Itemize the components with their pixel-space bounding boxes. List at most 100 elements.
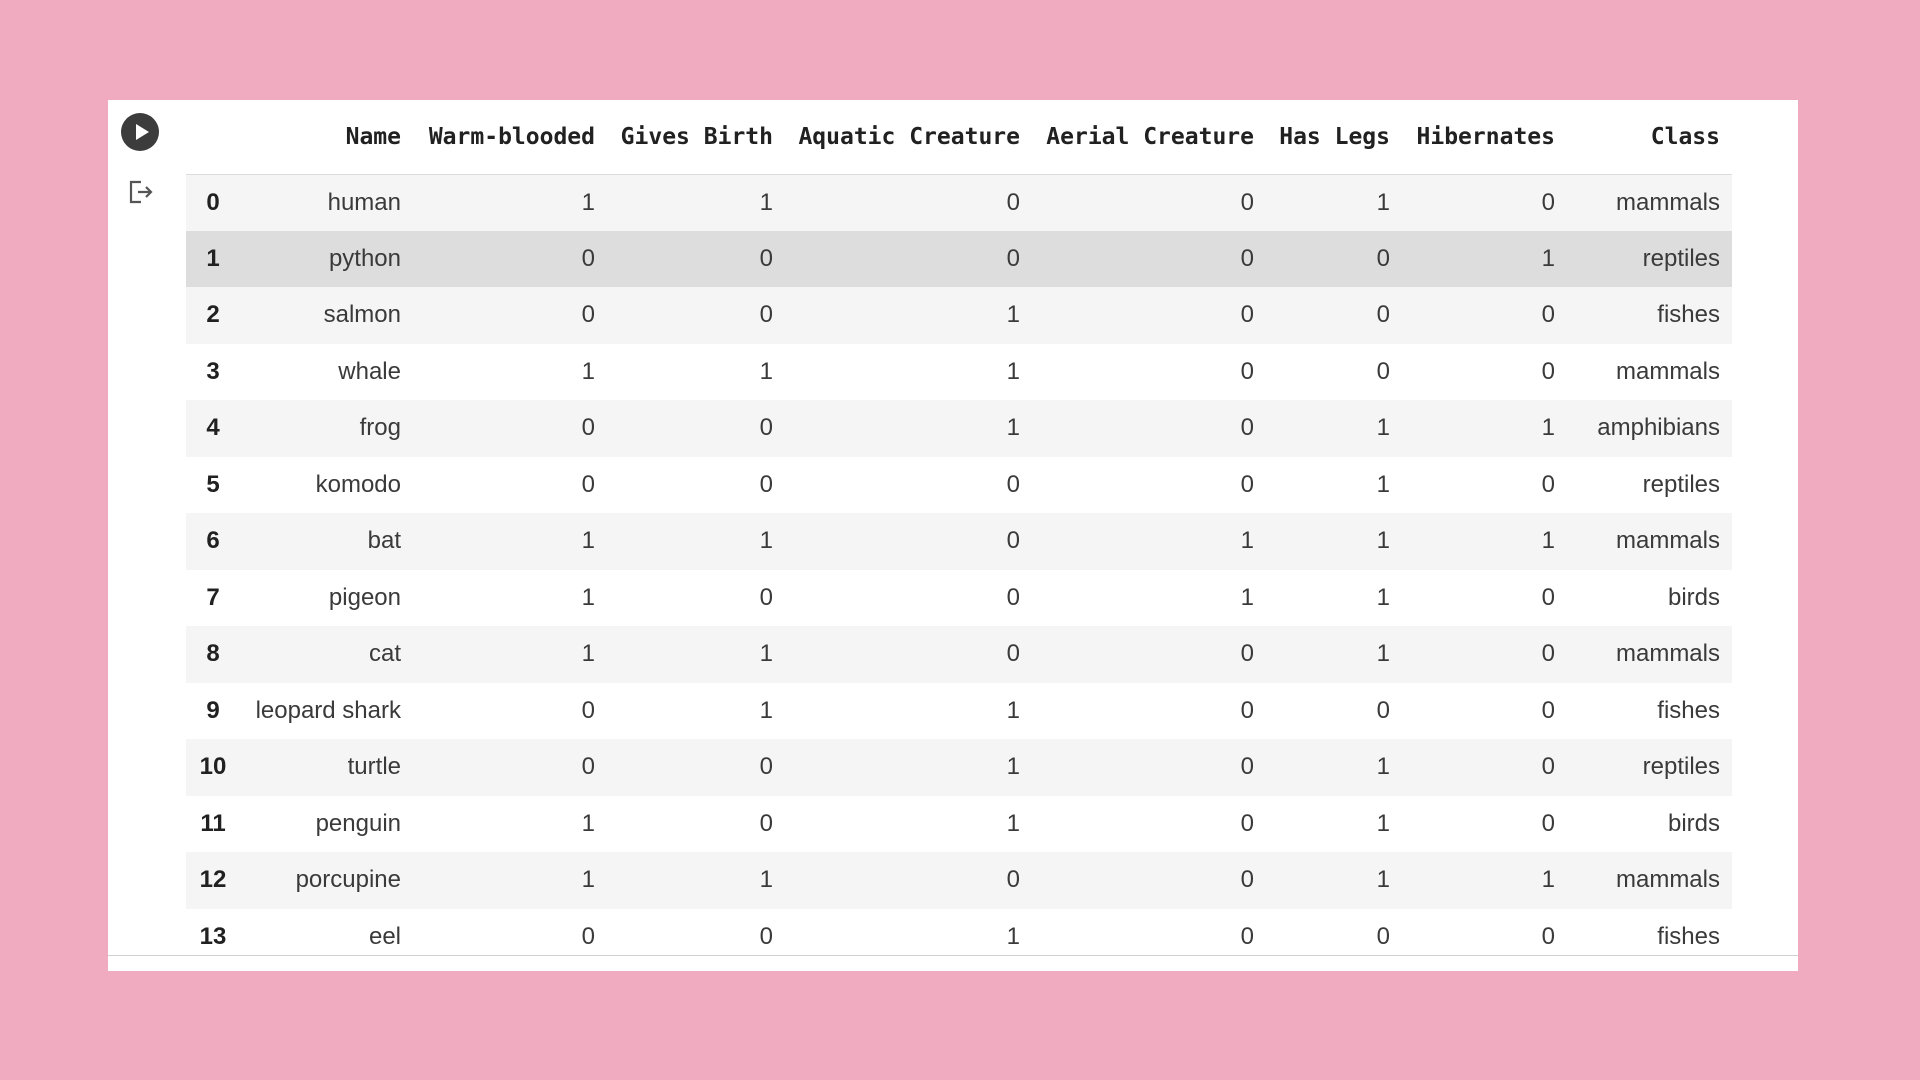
class-cell: reptiles	[1642, 470, 1720, 498]
run-cell-button[interactable]	[121, 113, 159, 151]
aerial-creature-header: Aerial Creature	[1032, 100, 1266, 175]
name-cell: pigeon	[328, 583, 401, 611]
hibernates-cell: 0	[1541, 357, 1555, 385]
aquatic-creature-cell: 0	[1006, 527, 1020, 555]
has-legs-cell: 1	[1376, 188, 1390, 216]
aerial-creature-cell: 0	[1240, 244, 1254, 272]
warm-blooded-cell: 0	[581, 244, 595, 272]
aerial-creature-cell: 0	[1240, 809, 1254, 837]
table-row: 8 cat 1 1 0 0 1 0 mammals	[186, 626, 1732, 683]
row-index: 13	[199, 922, 227, 950]
class-header: Class	[1567, 100, 1732, 175]
table-row: 2 salmon 0 0 1 0 0 0 fishes	[186, 287, 1732, 344]
has-legs-cell: 0	[1376, 301, 1390, 329]
gives-birth-cell: 0	[759, 301, 773, 329]
has-legs-cell: 0	[1376, 696, 1390, 724]
hibernates-header: Hibernates	[1402, 100, 1567, 175]
aquatic-creature-cell: 0	[1006, 866, 1020, 894]
warm-blooded-cell: 0	[581, 753, 595, 781]
aerial-creature-cell: 0	[1240, 753, 1254, 781]
dataframe-table: Name Warm-blooded Gives Birth Aquatic Creat…	[186, 100, 1732, 955]
gives-birth-cell: 0	[759, 414, 773, 442]
aerial-creature-cell: 0	[1240, 188, 1254, 216]
warm-blooded-cell: 0	[581, 922, 595, 950]
aquatic-creature-cell: 1	[1006, 414, 1020, 442]
warm-blooded-cell: 0	[581, 470, 595, 498]
table-row: 13 eel 0 0 1 0 0 0 fishes	[186, 908, 1732, 955]
class-cell: fishes	[1657, 301, 1720, 329]
row-index: 10	[199, 753, 227, 781]
class-cell: mammals	[1615, 640, 1720, 668]
table-row: 10 turtle 0 0 1 0 1 0 reptiles	[186, 739, 1732, 796]
has-legs-cell: 1	[1376, 640, 1390, 668]
warm-blooded-cell: 1	[581, 583, 595, 611]
name-cell: whale	[338, 357, 401, 385]
aquatic-creature-cell: 0	[1006, 470, 1020, 498]
name-cell: turtle	[347, 753, 401, 781]
hibernates-cell: 1	[1541, 527, 1555, 555]
output-redirect-icon[interactable]	[127, 178, 155, 206]
name-cell: bat	[367, 527, 401, 555]
aquatic-creature-cell: 0	[1006, 188, 1020, 216]
aerial-creature-cell: 1	[1240, 527, 1254, 555]
gives-birth-cell: 1	[759, 357, 773, 385]
aquatic-creature-cell: 1	[1006, 696, 1020, 724]
row-index: 9	[206, 696, 220, 724]
name-cell: komodo	[315, 470, 401, 498]
aquatic-creature-cell: 0	[1006, 640, 1020, 668]
row-index: 1	[206, 244, 220, 272]
hibernates-cell: 1	[1541, 866, 1555, 894]
aquatic-creature-cell: 1	[1006, 301, 1020, 329]
table-row: 4 frog 0 0 1 0 1 1 amphibians	[186, 400, 1732, 457]
table-row: 12 porcupine 1 1 0 0 1 1 mammals	[186, 852, 1732, 909]
index-header	[186, 100, 240, 175]
table-row: 11 penguin 1 0 1 0 1 0 birds	[186, 795, 1732, 852]
warm-blooded-cell: 0	[581, 414, 595, 442]
class-cell: mammals	[1615, 188, 1720, 216]
aerial-creature-cell: 0	[1240, 470, 1254, 498]
notebook-cell: Name Warm-blooded Gives Birth Aquatic Creat…	[108, 100, 1798, 971]
hibernates-cell: 0	[1541, 922, 1555, 950]
hibernates-cell: 1	[1541, 414, 1555, 442]
class-cell: mammals	[1615, 357, 1720, 385]
row-index: 3	[206, 357, 220, 385]
class-cell: mammals	[1615, 527, 1720, 555]
table-row: 9 leopard shark 0 1 1 0 0 0 fishes	[186, 682, 1732, 739]
class-cell: birds	[1667, 583, 1720, 611]
class-cell: fishes	[1657, 922, 1720, 950]
warm-blooded-cell: 1	[581, 188, 595, 216]
hibernates-cell: 0	[1541, 696, 1555, 724]
aquatic-creature-cell: 1	[1006, 357, 1020, 385]
warm-blooded-cell: 0	[581, 301, 595, 329]
gives-birth-cell: 1	[759, 696, 773, 724]
name-cell: porcupine	[295, 866, 401, 894]
aerial-creature-cell: 0	[1240, 414, 1254, 442]
has-legs-cell: 0	[1376, 244, 1390, 272]
aquatic-creature-cell: 1	[1006, 753, 1020, 781]
aquatic-creature-cell: 0	[1006, 244, 1020, 272]
name-cell: salmon	[323, 301, 401, 329]
aerial-creature-cell: 0	[1240, 696, 1254, 724]
dataframe-output: Name Warm-blooded Gives Birth Aquatic Creat…	[186, 100, 1732, 955]
aerial-creature-cell: 0	[1240, 301, 1254, 329]
name-cell: human	[327, 188, 401, 216]
warm-blooded-header: Warm-blooded	[413, 100, 607, 175]
gives-birth-cell: 0	[759, 244, 773, 272]
row-index: 8	[206, 640, 220, 668]
aerial-creature-cell: 0	[1240, 866, 1254, 894]
name-cell: python	[328, 244, 401, 272]
gives-birth-cell: 0	[759, 753, 773, 781]
row-index: 12	[199, 866, 227, 894]
warm-blooded-cell: 0	[581, 696, 595, 724]
aquatic-creature-cell: 1	[1006, 809, 1020, 837]
name-cell: penguin	[315, 809, 401, 837]
hibernates-cell: 0	[1541, 753, 1555, 781]
cell-output-divider	[108, 955, 1798, 956]
table-row: 1 python 0 0 0 0 0 1 reptiles	[186, 230, 1732, 287]
gives-birth-cell: 0	[759, 922, 773, 950]
has-legs-cell: 1	[1376, 809, 1390, 837]
has-legs-cell: 1	[1376, 527, 1390, 555]
hibernates-cell: 0	[1541, 470, 1555, 498]
gives-birth-cell: 0	[759, 809, 773, 837]
hibernates-cell: 1	[1541, 244, 1555, 272]
